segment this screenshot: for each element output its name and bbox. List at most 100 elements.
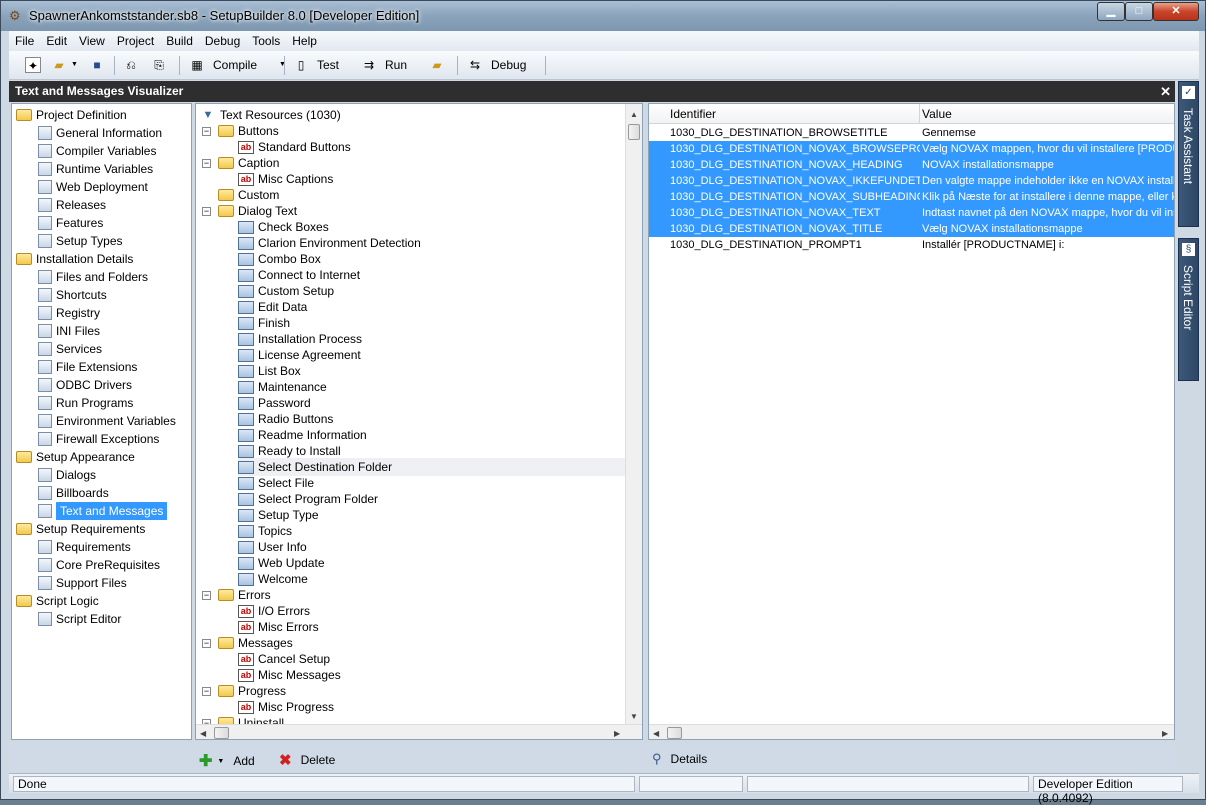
tree-item[interactable]: Web Deployment	[38, 178, 148, 196]
add-button[interactable]: ✚ ▼ Add	[199, 751, 255, 771]
title-bar[interactable]: ⚙ SpawnerAnkomststander.sb8 - SetupBuild…	[1, 1, 1205, 31]
details-label: Details	[670, 752, 708, 766]
menu-view[interactable]: View	[73, 31, 111, 51]
hscroll-thumb[interactable]	[214, 727, 229, 739]
close-window-button[interactable]: ✕	[1153, 2, 1199, 21]
collapse-icon[interactable]: −	[202, 126, 211, 136]
tree-item[interactable]: Support Files	[38, 574, 127, 592]
collapse-icon[interactable]: −	[202, 158, 211, 168]
column-value[interactable]: Value	[922, 107, 952, 121]
tree-item[interactable]: Registry	[38, 304, 100, 322]
details-button[interactable]: ⚲ Details	[652, 751, 707, 767]
dialog-resource-icon	[238, 300, 254, 314]
table-row[interactable]: 1030_DLG_DESTINATION_NOVAX_IKKEFUNDET Den…	[649, 173, 1174, 189]
tree-item[interactable]: INI Files	[38, 322, 100, 340]
menu-debug[interactable]: Debug	[199, 31, 246, 51]
window-title: SpawnerAnkomststander.sb8 - SetupBuilder…	[29, 8, 420, 23]
tree-item[interactable]: Dialogs	[38, 466, 96, 484]
close-panel-icon[interactable]: ✕	[1160, 81, 1171, 102]
scroll-up-icon[interactable]: ▲	[630, 110, 638, 119]
grid-hscroll[interactable]: ◀ ▶	[649, 724, 1174, 739]
table-row[interactable]: 1030_DLG_DESTINATION_NOVAX_TEXT Indtast n…	[649, 205, 1174, 221]
tree-item[interactable]: Shortcuts	[38, 286, 107, 304]
maximize-button[interactable]: □	[1125, 2, 1153, 21]
compile-button[interactable]: ▦ Compile ▼	[189, 55, 286, 75]
tree-item[interactable]: Script Editor	[38, 610, 121, 628]
add-icon: ✚	[199, 753, 213, 770]
tree-item[interactable]: Setup Requirements	[16, 520, 145, 538]
tree-item[interactable]: Features	[38, 214, 103, 232]
tab-script-editor[interactable]: § Script Editor	[1178, 238, 1199, 381]
tree-item[interactable]: Script Logic	[16, 592, 99, 610]
collapse-icon[interactable]: −	[202, 686, 211, 696]
minimize-button[interactable]: ▁	[1097, 2, 1125, 21]
menu-edit[interactable]: Edit	[40, 31, 73, 51]
folder-icon	[218, 637, 234, 649]
open-button[interactable]: ▰ ▼	[51, 55, 78, 75]
column-identifier[interactable]: Identifier	[670, 107, 716, 121]
save-button[interactable]: ■	[89, 55, 105, 75]
tab-task-assistant[interactable]: ✓ Task Assistant	[1178, 81, 1199, 227]
tree-item[interactable]: Environment Variables	[38, 412, 176, 430]
tree-item[interactable]: File Extensions	[38, 358, 137, 376]
tree-item-label: Text and Messages	[56, 502, 168, 520]
grid-hscroll-thumb[interactable]	[667, 727, 682, 739]
dialog-resource-icon	[238, 428, 254, 442]
collapse-icon[interactable]: −	[202, 206, 211, 216]
table-row[interactable]: 1030_DLG_DESTINATION_NOVAX_HEADING NOVAX …	[649, 157, 1174, 173]
status-bar: Done Developer Edition (8.0.4092)	[9, 773, 1199, 805]
tree-item[interactable]: Installation Details	[16, 250, 133, 268]
undo-button[interactable]: ⎌	[123, 55, 139, 75]
folder-icon	[218, 125, 234, 137]
test-button[interactable]: ▯ Test	[293, 55, 339, 75]
dialog-icon	[38, 468, 52, 482]
menu-help[interactable]: Help	[286, 31, 323, 51]
delete-button[interactable]: ✖ Delete	[279, 751, 335, 769]
menu-project[interactable]: Project	[111, 31, 160, 51]
table-row[interactable]: 1030_DLG_DESTINATION_NOVAX_SUBHEADING Kli…	[649, 189, 1174, 205]
grid-scroll-right-icon[interactable]: ▶	[1162, 729, 1168, 738]
menu-tools[interactable]: Tools	[246, 31, 286, 51]
tree-item[interactable]: Runtime Variables	[38, 160, 153, 178]
tree-item[interactable]: Billboards	[38, 484, 109, 502]
tree-item[interactable]: Setup Appearance	[16, 448, 135, 466]
scroll-left-icon[interactable]: ◀	[200, 729, 206, 738]
dialog-resource-icon	[238, 572, 254, 586]
menu-build[interactable]: Build	[160, 31, 199, 51]
resource-tree-vscroll[interactable]: ▲ ▼	[625, 104, 642, 724]
tree-item[interactable]: Run Programs	[38, 394, 133, 412]
tree-item[interactable]: Project Definition	[16, 106, 127, 124]
tree-item[interactable]: Text and Messages	[38, 502, 168, 520]
tree-item[interactable]: Releases	[38, 196, 106, 214]
delete-label: Delete	[300, 753, 336, 767]
delete-icon: ✖	[279, 752, 292, 769]
tree-item[interactable]: Requirements	[38, 538, 131, 556]
redo-button[interactable]: ⎘	[151, 55, 167, 75]
menu-file[interactable]: File	[9, 31, 40, 51]
identifier-cell: 1030_DLG_DESTINATION_NOVAX_HEADING	[670, 159, 903, 171]
new-button[interactable]: ✦	[25, 55, 41, 75]
collapse-icon[interactable]: −	[202, 638, 211, 648]
table-row[interactable]: 1030_DLG_DESTINATION_NOVAX_TITLE Vælg NOV…	[649, 221, 1174, 237]
tree-item[interactable]: General Information	[38, 124, 162, 142]
grid-scroll-left-icon[interactable]: ◀	[653, 729, 659, 738]
tree-item[interactable]: Files and Folders	[38, 268, 148, 286]
table-row[interactable]: 1030_DLG_DESTINATION_BROWSETITLE Gennemse	[649, 125, 1174, 141]
resource-tree-hscroll[interactable]: ◀ ▶	[196, 724, 642, 739]
build-folder-button[interactable]: ▰	[429, 55, 445, 75]
tree-item[interactable]: Setup Types	[38, 232, 123, 250]
text-resource-icon: ab	[238, 652, 254, 666]
tree-item[interactable]: Core PreRequisites	[38, 556, 160, 574]
run-button[interactable]: ⇉ Run	[361, 55, 407, 75]
table-row[interactable]: 1030_DLG_DESTINATION_NOVAX_BROWSEPROMPTV…	[649, 141, 1174, 157]
scroll-right-icon[interactable]: ▶	[614, 729, 620, 738]
scroll-thumb[interactable]	[628, 124, 640, 140]
collapse-icon[interactable]: −	[202, 590, 211, 600]
tree-item[interactable]: Services	[38, 340, 102, 358]
debug-button[interactable]: ⇆ Debug	[467, 55, 526, 75]
table-row[interactable]: 1030_DLG_DESTINATION_PROMPT1 Installér [P…	[649, 237, 1174, 253]
tree-item[interactable]: Firewall Exceptions	[38, 430, 159, 448]
tree-item[interactable]: Compiler Variables	[38, 142, 156, 160]
tree-item[interactable]: ODBC Drivers	[38, 376, 132, 394]
scroll-down-icon[interactable]: ▼	[630, 712, 638, 721]
